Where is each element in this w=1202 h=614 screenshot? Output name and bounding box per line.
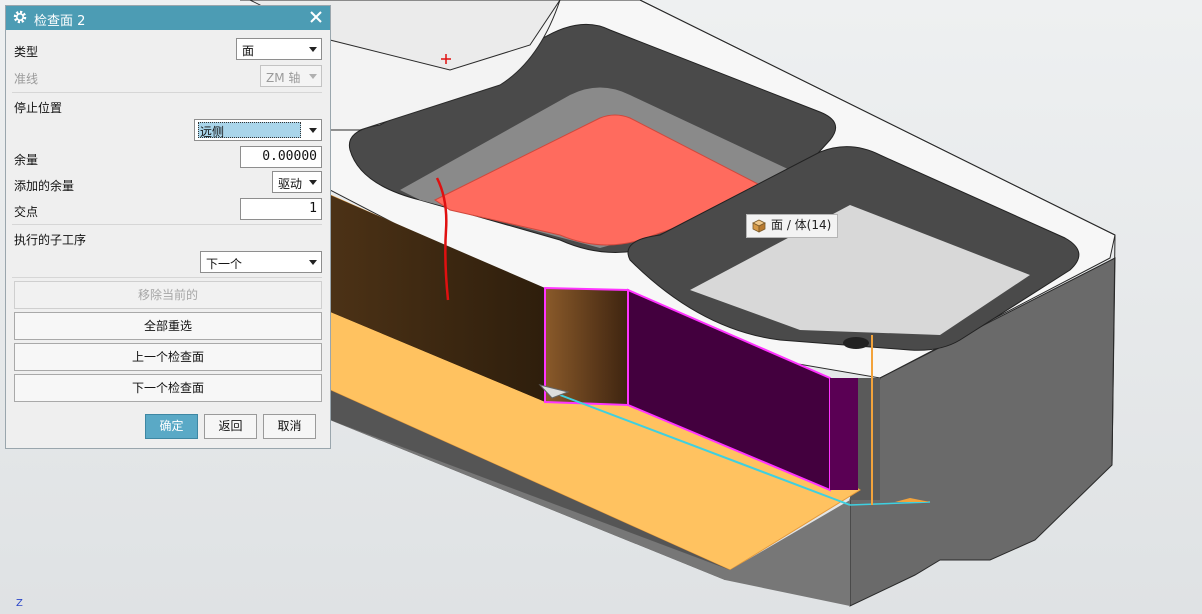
- divider: [12, 277, 322, 278]
- guide-label: 准线: [14, 72, 39, 86]
- close-icon[interactable]: [308, 9, 324, 25]
- chevron-down-icon: [309, 74, 317, 79]
- previous-check-face-button[interactable]: 上一个检查面: [14, 343, 322, 371]
- intersection-label: 交点: [14, 205, 39, 219]
- stop-position-dropdown[interactable]: 远侧: [194, 119, 322, 141]
- stop-position-value: 远侧: [200, 125, 225, 139]
- divider: [12, 92, 322, 93]
- dialog-title: 检查面 2: [34, 14, 86, 29]
- ok-button[interactable]: 确定: [145, 414, 198, 439]
- axis-triad-z: Z: [16, 598, 23, 609]
- gear-icon: [13, 10, 27, 24]
- type-dropdown[interactable]: 面: [236, 38, 322, 60]
- back-button[interactable]: 返回: [204, 414, 257, 439]
- chevron-down-icon: [309, 47, 317, 52]
- type-label: 类型: [14, 45, 39, 59]
- chevron-down-icon: [309, 260, 317, 265]
- added-stock-label: 添加的余量: [14, 179, 75, 193]
- sub-operation-label: 执行的子工序: [14, 233, 87, 247]
- guide-value: ZM 轴: [266, 71, 301, 85]
- fillet-face: [544, 286, 629, 407]
- guide-dropdown: ZM 轴: [260, 65, 322, 87]
- next-check-face-button[interactable]: 下一个检查面: [14, 374, 322, 402]
- chevron-down-icon: [309, 128, 317, 133]
- sub-operation-dropdown[interactable]: 下一个: [200, 251, 322, 273]
- dialog-titlebar[interactable]: 检查面 2: [6, 6, 330, 30]
- sub-operation-value: 下一个: [206, 257, 243, 271]
- added-stock-value: 驱动: [278, 177, 303, 191]
- reselect-all-button[interactable]: 全部重选: [14, 312, 322, 340]
- stock-input[interactable]: 0.00000: [240, 146, 322, 168]
- type-value: 面: [242, 44, 255, 58]
- cancel-button[interactable]: 取消: [263, 414, 316, 439]
- divider: [12, 224, 322, 225]
- chevron-down-icon: [309, 180, 317, 185]
- check-face-dialog: 检查面 2 类型 面 准线 ZM 轴 停止位置 远侧 余量 0.00000 添加…: [5, 5, 331, 449]
- stock-label: 余量: [14, 153, 39, 167]
- cube-icon: [752, 219, 766, 233]
- added-stock-dropdown[interactable]: 驱动: [272, 171, 322, 193]
- selection-tooltip: 面 / 体(14): [746, 214, 839, 238]
- remove-current-button[interactable]: 移除当前的: [14, 281, 322, 309]
- stop-position-label: 停止位置: [14, 101, 63, 115]
- tooltip-text: 面 / 体(14): [771, 218, 832, 232]
- intersection-input[interactable]: 1: [240, 198, 322, 220]
